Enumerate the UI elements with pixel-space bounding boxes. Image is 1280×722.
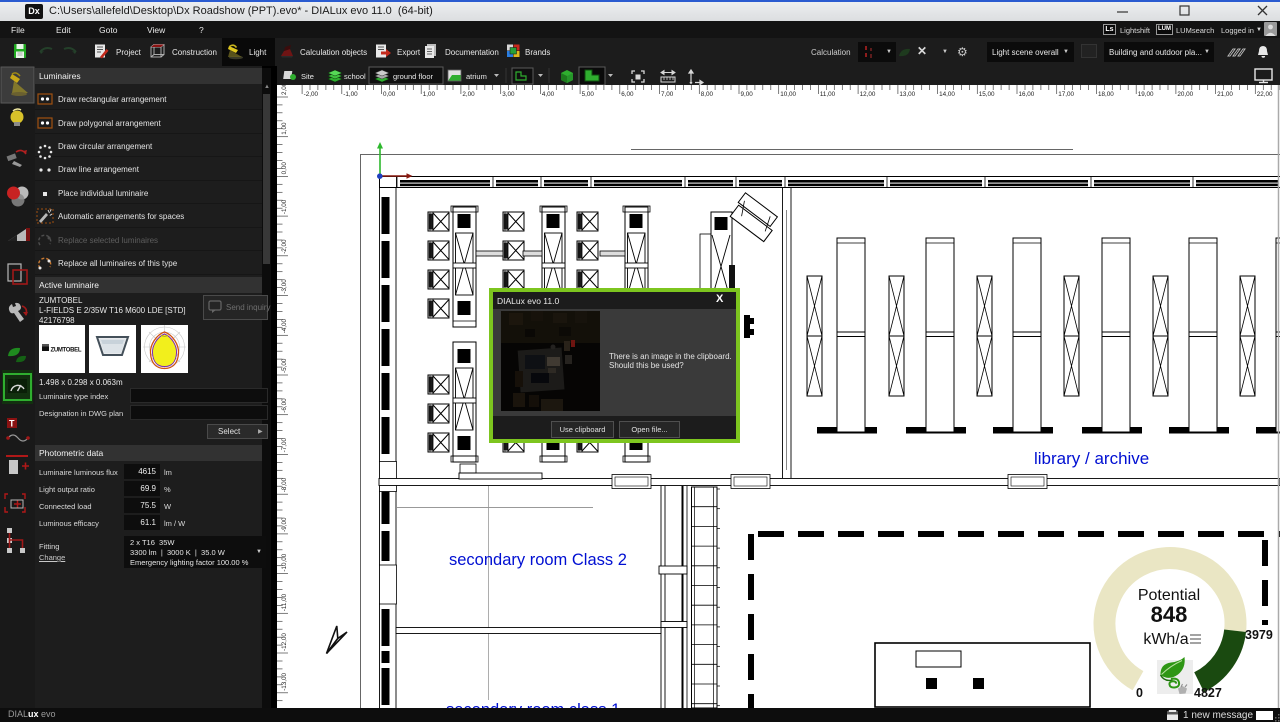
- svg-text:12,00: 12,00: [860, 91, 876, 98]
- svg-text:-8,00: -8,00: [281, 477, 288, 492]
- svg-text:-9,00: -9,00: [281, 517, 288, 532]
- svg-text:15,00: 15,00: [979, 91, 995, 98]
- svg-text:3979: 3979: [1245, 628, 1273, 642]
- svg-text:6,00: 6,00: [621, 91, 634, 98]
- svg-text:school: school: [344, 72, 366, 81]
- svg-text:ground floor: ground floor: [393, 72, 434, 81]
- svg-text:-5,00: -5,00: [281, 358, 288, 373]
- svg-text:0,00: 0,00: [383, 91, 396, 98]
- svg-text:kWh/a: kWh/a: [1143, 631, 1188, 648]
- svg-text:16,00: 16,00: [1019, 91, 1035, 98]
- svg-text:9,00: 9,00: [741, 91, 754, 98]
- svg-text:secondary room Class 2: secondary room Class 2: [449, 551, 627, 569]
- svg-text:19,00: 19,00: [1138, 91, 1154, 98]
- svg-text:21,00: 21,00: [1217, 91, 1233, 98]
- svg-text:3,00: 3,00: [502, 91, 515, 98]
- svg-text:7,00: 7,00: [661, 91, 674, 98]
- svg-text:4,00: 4,00: [542, 91, 555, 98]
- svg-text:T: T: [9, 419, 15, 429]
- svg-text:18,00: 18,00: [1098, 91, 1114, 98]
- svg-text:13,00: 13,00: [899, 91, 915, 98]
- svg-text:ZUMTOBEL: ZUMTOBEL: [51, 348, 82, 354]
- svg-text:11,00: 11,00: [820, 91, 836, 98]
- svg-text:-1,00: -1,00: [281, 199, 288, 214]
- svg-text:4827: 4827: [1194, 686, 1222, 700]
- svg-text:-12,00: -12,00: [281, 633, 288, 651]
- svg-text:17,00: 17,00: [1058, 91, 1074, 98]
- svg-text:5,00: 5,00: [582, 91, 595, 98]
- svg-text:-2,00: -2,00: [281, 239, 288, 254]
- svg-text:1,00: 1,00: [281, 122, 288, 135]
- svg-text:0,00: 0,00: [281, 162, 288, 175]
- svg-text:secondary room class 1: secondary room class 1: [446, 701, 620, 708]
- svg-text:10,00: 10,00: [780, 91, 796, 98]
- svg-text:-7,00: -7,00: [281, 438, 288, 453]
- svg-text:-4,00: -4,00: [281, 318, 288, 333]
- svg-text:-11,00: -11,00: [281, 593, 288, 611]
- svg-text:1,00: 1,00: [423, 91, 436, 98]
- svg-text:20,00: 20,00: [1177, 91, 1193, 98]
- svg-text:-1,00: -1,00: [343, 91, 358, 98]
- svg-text:14,00: 14,00: [939, 91, 955, 98]
- svg-text:0: 0: [1136, 686, 1143, 700]
- svg-text:848: 848: [1151, 602, 1188, 627]
- svg-text:2,00: 2,00: [462, 91, 475, 98]
- svg-text:library / archive: library / archive: [1034, 449, 1149, 468]
- svg-text:2,00: 2,00: [281, 85, 288, 95]
- svg-text:Site: Site: [301, 72, 314, 81]
- svg-text:-2,00: -2,00: [304, 91, 319, 98]
- svg-text:-13,00: -13,00: [281, 672, 288, 690]
- svg-text:atrium: atrium: [466, 72, 487, 81]
- svg-text:-10,00: -10,00: [281, 553, 288, 571]
- svg-text:8,00: 8,00: [701, 91, 714, 98]
- svg-text:-3,00: -3,00: [281, 279, 288, 294]
- svg-text:22,00: 22,00: [1257, 91, 1273, 98]
- svg-text:-6,00: -6,00: [281, 398, 288, 413]
